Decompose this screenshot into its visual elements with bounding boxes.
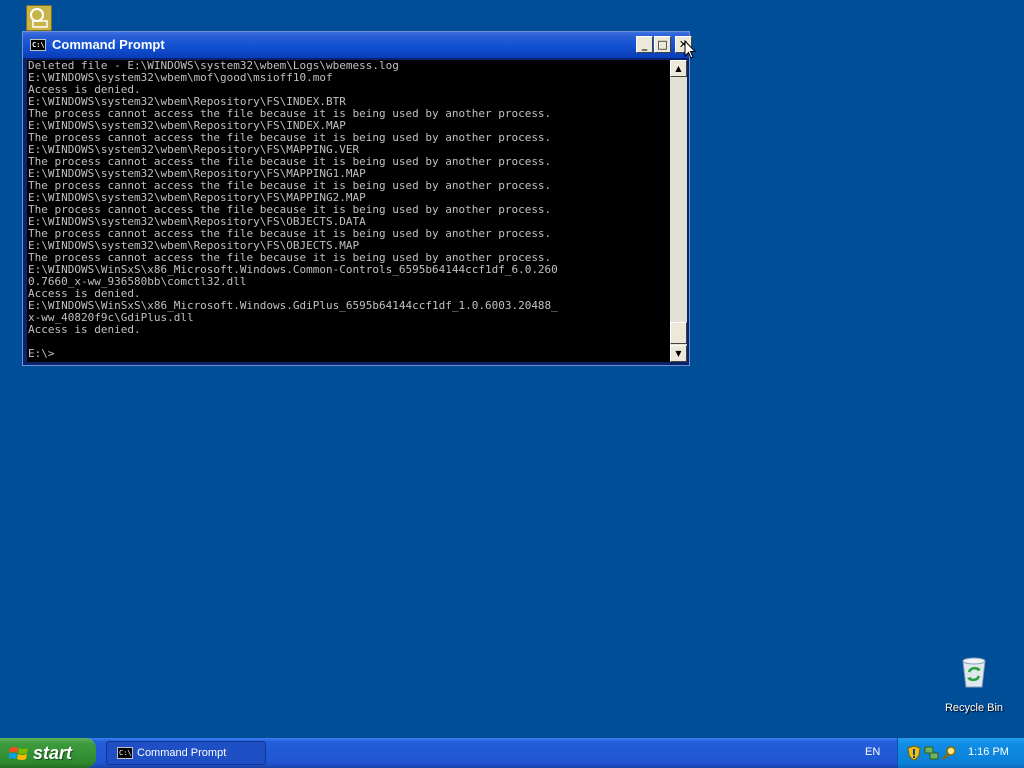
system-tray: 1:16 PM xyxy=(897,738,1024,768)
cmd-icon: C:\ xyxy=(30,39,46,51)
console-text: Deleted file - E:\WINDOWS\system32\wbem\… xyxy=(28,60,558,360)
console-output[interactable]: Deleted file - E:\WINDOWS\system32\wbem\… xyxy=(27,60,670,362)
recycle-bin-icon xyxy=(962,657,986,688)
taskbar-item-label: Command Prompt xyxy=(137,747,227,759)
scroll-up-button[interactable]: ▲ xyxy=(670,60,687,77)
minimize-button[interactable]: _ xyxy=(636,36,653,53)
maximize-button[interactable]: □ xyxy=(654,36,671,53)
network-icon[interactable] xyxy=(924,745,940,761)
clock[interactable]: 1:16 PM xyxy=(968,746,1009,758)
security-shield-icon[interactable] xyxy=(906,745,922,761)
mouse-cursor-icon xyxy=(684,40,696,59)
taskbar-item-command-prompt[interactable]: C:\ Command Prompt xyxy=(106,741,266,765)
scroll-thumb[interactable] xyxy=(670,322,687,344)
cmd-icon: C:\ xyxy=(117,747,133,759)
recycle-bin[interactable]: Recycle Bin xyxy=(938,655,1010,714)
start-button[interactable]: start xyxy=(0,738,96,768)
window-title: Command Prompt xyxy=(52,37,165,52)
window-titlebar[interactable]: C:\ Command Prompt _ □ ✕ xyxy=(23,32,692,58)
language-indicator[interactable]: EN xyxy=(865,746,880,758)
scroll-down-button[interactable]: ▼ xyxy=(670,345,687,362)
start-label: start xyxy=(33,743,73,763)
command-prompt-window: C:\ Command Prompt _ □ ✕ Deleted file - … xyxy=(22,31,692,366)
recycle-bin-label: Recycle Bin xyxy=(944,702,1004,714)
desktop-shortcut-icon[interactable] xyxy=(26,5,52,31)
taskbar: start C:\ Command Prompt EN 1:16 PM xyxy=(0,738,1024,768)
vertical-scrollbar[interactable]: ▲ ▼ xyxy=(670,60,687,362)
windows-flag-icon xyxy=(9,747,28,760)
search-icon[interactable] xyxy=(942,745,958,761)
